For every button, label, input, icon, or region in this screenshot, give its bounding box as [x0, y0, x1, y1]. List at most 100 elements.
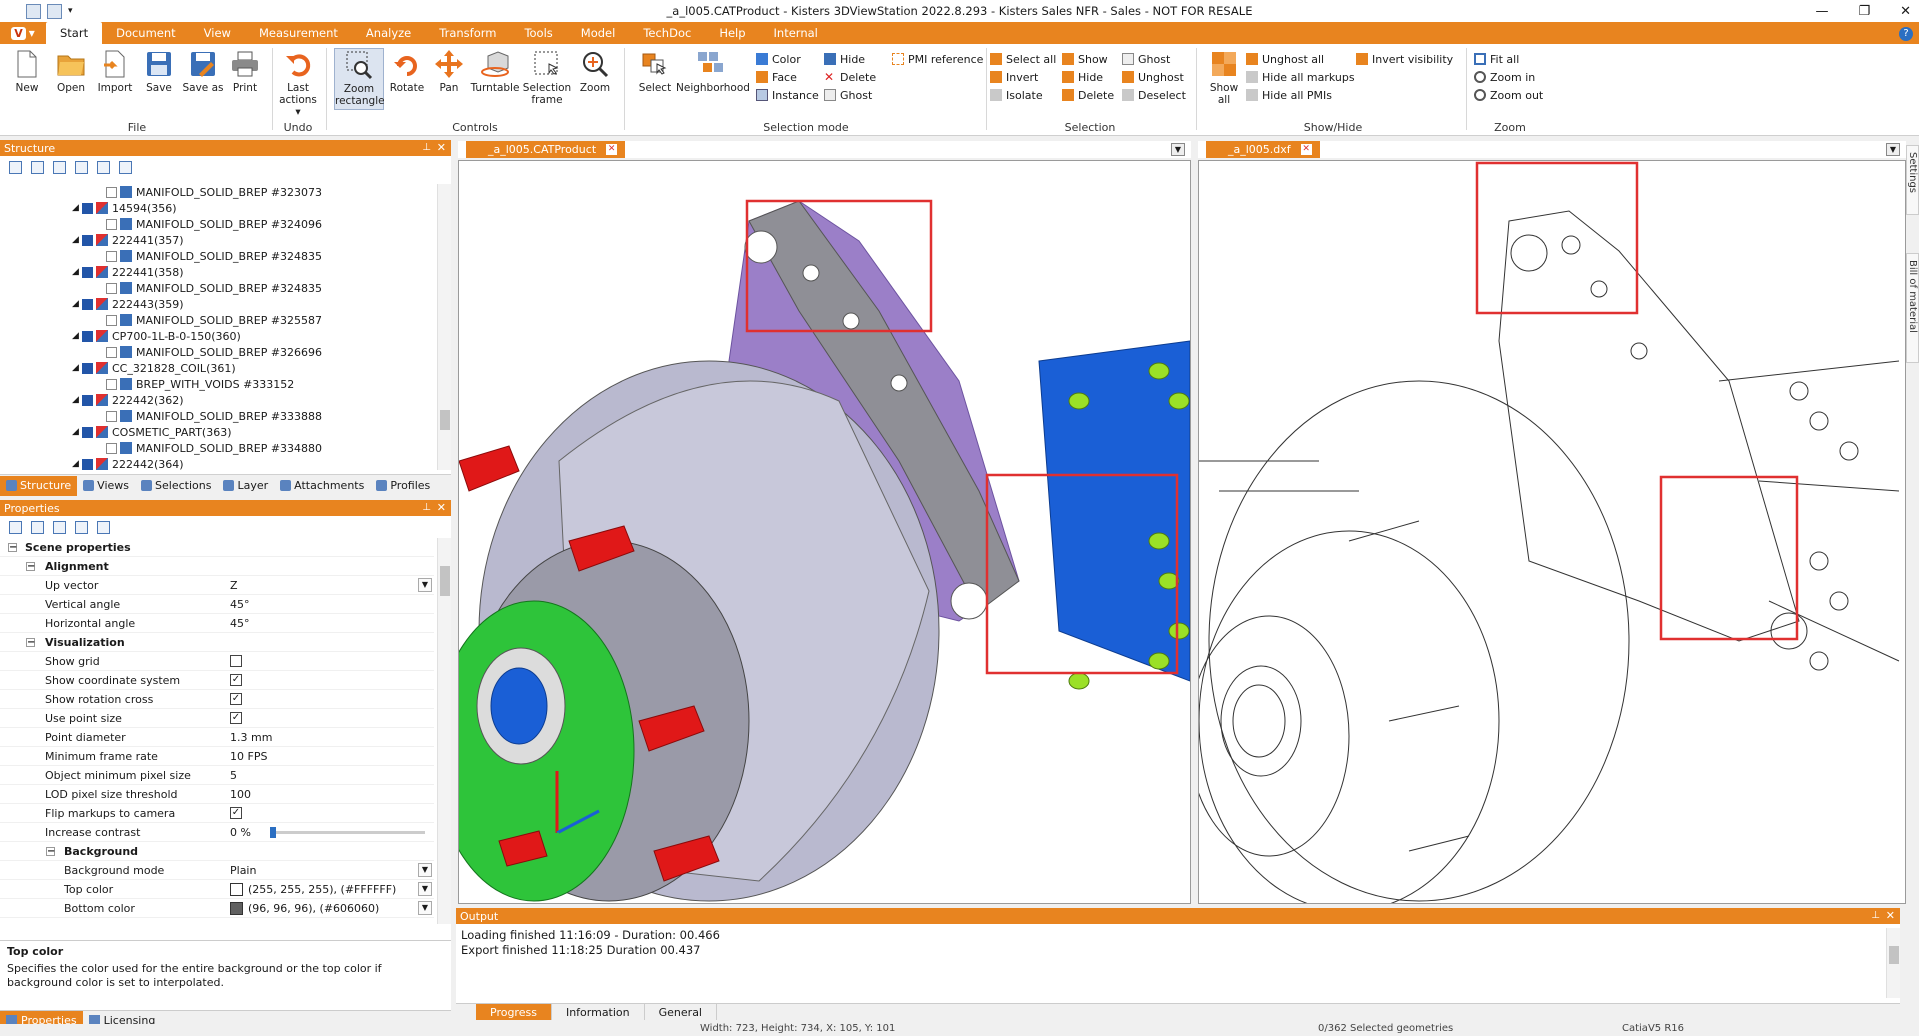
use-point-size-checkbox[interactable]: ✓	[230, 712, 242, 724]
print-button[interactable]: Print	[224, 48, 266, 94]
tree-visibility-checkbox[interactable]	[82, 330, 93, 342]
prop-background-mode[interactable]: Background mode Plain ▼	[0, 861, 434, 880]
tree-visibility-checkbox[interactable]	[106, 314, 117, 326]
structure-scrollbar[interactable]	[437, 184, 451, 470]
show-coordinate-system-checkbox[interactable]: ✓	[230, 674, 242, 686]
tree-row[interactable]: ◢ 14594(356)	[0, 200, 434, 216]
close-panel-icon[interactable]: ✕	[437, 501, 446, 514]
quick-access-dropdown-icon[interactable]: ▾	[68, 7, 76, 16]
ghost-mode-button[interactable]: Ghost	[824, 86, 872, 104]
pin-icon[interactable]: ⊥	[422, 142, 431, 153]
prop-value[interactable]: 1.3 mm	[230, 731, 272, 744]
output-scrollbar-thumb[interactable]	[1889, 946, 1899, 964]
tree-row[interactable]: ◢ COSMETIC_PART(363)	[0, 424, 434, 440]
show-grid-checkbox[interactable]	[230, 655, 242, 667]
open-button[interactable]: Open	[50, 48, 92, 94]
tree-visibility-checkbox[interactable]	[82, 234, 93, 246]
tree-expand-icon[interactable]: ◢	[72, 363, 82, 373]
ghost-button[interactable]: Ghost	[1122, 50, 1170, 68]
copy-icon[interactable]	[53, 520, 66, 534]
prop-horizontal-angle[interactable]: Horizontal angle 45°	[0, 614, 434, 633]
last-actions-button[interactable]: Last actions ▾	[276, 48, 320, 118]
chevron-down-icon[interactable]: ▼	[418, 882, 432, 896]
tab-list-dropdown-icon[interactable]: ▼	[1886, 143, 1900, 156]
prop-value[interactable]: 100	[230, 788, 251, 801]
tab-measurement[interactable]: Measurement	[245, 22, 352, 44]
collapse-toggle-icon[interactable]: −	[8, 542, 17, 552]
face-button[interactable]: Face	[756, 68, 797, 86]
tree-visibility-checkbox[interactable]	[106, 186, 117, 198]
tab-internal[interactable]: Internal	[760, 22, 832, 44]
delete-mode-button[interactable]: ✕ Delete	[824, 68, 876, 86]
structure-scrollbar-thumb[interactable]	[440, 410, 450, 430]
tab-view[interactable]: View	[190, 22, 245, 44]
tab-selections[interactable]: Selections	[135, 476, 217, 496]
prop-minimum-frame-rate[interactable]: Minimum frame rate 10 FPS	[0, 747, 434, 766]
tab-progress[interactable]: Progress	[476, 1004, 552, 1020]
collapse-toggle-icon[interactable]: −	[26, 561, 35, 571]
tree-row[interactable]: ◢ 222443(359)	[0, 296, 434, 312]
tree-visibility-checkbox[interactable]	[82, 266, 93, 278]
hide-all-pmis-button[interactable]: Hide all PMIs	[1246, 86, 1332, 104]
prop-flip-markups[interactable]: Flip markups to camera ✓	[0, 804, 434, 823]
prop-show-coordinate-system[interactable]: Show coordinate system ✓	[0, 671, 434, 690]
color-button[interactable]: Color	[756, 50, 801, 68]
tree-expand-icon[interactable]: ◢	[72, 395, 82, 405]
zoom-out-button[interactable]: Zoom out	[1474, 86, 1543, 104]
chevron-down-icon[interactable]: ▼	[418, 863, 432, 877]
category-alignment[interactable]: − Alignment	[0, 557, 434, 576]
select-all-button[interactable]: Select all	[990, 50, 1056, 68]
prop-up-vector[interactable]: Up vector Z ▼	[0, 576, 434, 595]
unghost-all-button[interactable]: Unghost all	[1246, 50, 1324, 68]
selection-frame-button[interactable]: Selection frame	[522, 48, 572, 106]
3d-canvas[interactable]	[433, 160, 1191, 904]
prop-increase-contrast[interactable]: Increase contrast 0 %	[0, 823, 434, 842]
prop-show-rotation-cross[interactable]: Show rotation cross ✓	[0, 690, 434, 709]
close-panel-icon[interactable]: ✕	[1886, 909, 1895, 922]
tree-row[interactable]: MANIFOLD_SOLID_BREP #334880	[0, 440, 434, 456]
show-button[interactable]: Show	[1062, 50, 1108, 68]
tree-expand-icon[interactable]: ◢	[72, 299, 82, 309]
category-scene-properties[interactable]: − Scene properties	[0, 538, 434, 557]
close-panel-icon[interactable]: ✕	[437, 141, 446, 154]
expand-all-icon[interactable]	[9, 160, 22, 174]
flip-markups-checkbox[interactable]: ✓	[230, 807, 242, 819]
tab-general[interactable]: General	[645, 1004, 717, 1020]
show-rotation-cross-checkbox[interactable]: ✓	[230, 693, 242, 705]
tree-row[interactable]: ◢ CP700-1L-B-0-150(360)	[0, 328, 434, 344]
tree-row[interactable]: MANIFOLD_SOLID_BREP #324096	[0, 216, 434, 232]
pin-icon[interactable]: ⊥	[1871, 910, 1880, 921]
tree-visibility-checkbox[interactable]	[106, 282, 117, 294]
deselect-button[interactable]: Deselect	[1122, 86, 1186, 104]
help-icon[interactable]: ?	[1899, 27, 1913, 41]
neighborhood-button[interactable]: Neighborhood	[676, 48, 750, 94]
tree-visibility-checkbox[interactable]	[82, 202, 93, 214]
hide-all-markups-button[interactable]: Hide all markups	[1246, 68, 1355, 86]
tree-row[interactable]: MANIFOLD_SOLID_BREP #324835	[0, 248, 434, 264]
tab-document[interactable]: Document	[102, 22, 190, 44]
tree-row[interactable]: ◢ 222441(358)	[0, 264, 434, 280]
tree-expand-icon[interactable]: ◢	[72, 427, 82, 437]
contrast-slider-handle[interactable]	[270, 827, 276, 838]
collapse-toggle-icon[interactable]: −	[26, 637, 35, 647]
reset-icon[interactable]	[75, 520, 88, 534]
prop-use-point-size[interactable]: Use point size ✓	[0, 709, 434, 728]
save-as-button[interactable]: Save as	[182, 48, 224, 94]
tree-visibility-checkbox[interactable]	[106, 378, 117, 390]
tree-row[interactable]: ◢ CC_321828_COIL(361)	[0, 360, 434, 376]
pmi-reference-button[interactable]: PMI reference	[892, 50, 983, 68]
prop-value[interactable]: (255, 255, 255), (#FFFFFF)	[248, 883, 396, 896]
save-button[interactable]: Save	[138, 48, 180, 94]
tab-structure[interactable]: Structure	[0, 475, 78, 496]
prop-value[interactable]: 5	[230, 769, 237, 782]
tab-information[interactable]: Information	[552, 1004, 645, 1020]
tree-visibility-checkbox[interactable]	[106, 250, 117, 262]
side-tab-settings[interactable]: Settings	[1906, 145, 1919, 215]
tree-row[interactable]: ◢ 222442(364)	[0, 456, 434, 470]
prop-bottom-color[interactable]: Bottom color (96, 96, 96), (#606060) ▼	[0, 899, 434, 918]
select-button[interactable]: Select	[634, 48, 676, 94]
delete-button[interactable]: Delete	[1062, 86, 1114, 104]
tree-visibility-checkbox[interactable]	[82, 426, 93, 438]
show-all-button[interactable]: Show all	[1206, 48, 1242, 106]
pin-icon[interactable]: ⊥	[422, 502, 431, 513]
